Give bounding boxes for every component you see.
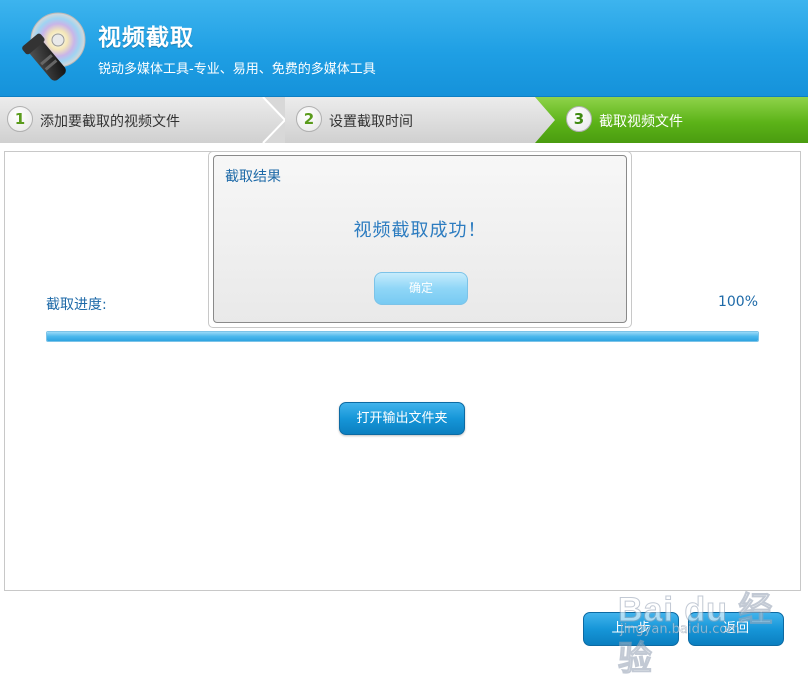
progress-percent: 100% [717, 294, 758, 310]
app-title: 视频截取 [98, 25, 194, 51]
step-arrow-shape [285, 97, 555, 143]
step-number-badge: 3 [566, 106, 592, 132]
baidu-jingyan-watermark: Bai du 经验 jingyan.baidu.com [612, 580, 802, 679]
open-output-folder-button[interactable]: 打开输出文件夹 [339, 402, 465, 435]
app-header: 视频截取 锐动多媒体工具-专业、易用、免费的多媒体工具 [0, 0, 808, 97]
progress-label: 截取进度: [46, 297, 107, 313]
disc-flashlight-logo-icon [22, 12, 86, 81]
ok-button[interactable]: 确定 [374, 272, 468, 305]
progress-bar [46, 331, 759, 342]
dialog-message: 视频截取成功！ [353, 220, 487, 241]
result-dialog: 截取结果 视频截取成功！ 确定 [213, 155, 627, 323]
step-number-badge: 1 [7, 106, 33, 132]
step-label: 设置截取时间 [329, 114, 413, 130]
progress-fill [47, 332, 758, 341]
app-subtitle: 锐动多媒体工具-专业、易用、免费的多媒体工具 [98, 62, 376, 77]
step-add-file[interactable]: 1 添加要截取的视频文件 [0, 97, 285, 143]
steps-bar: 1 添加要截取的视频文件 2 设置截取时间 3 截取视频文件 [0, 97, 808, 143]
step-capture-video[interactable]: 3 截取视频文件 [535, 97, 808, 143]
step-label: 添加要截取的视频文件 [40, 114, 180, 130]
step-set-time[interactable]: 2 设置截取时间 [285, 97, 555, 143]
step-label: 截取视频文件 [599, 114, 683, 130]
dialog-title: 截取结果 [225, 169, 281, 185]
step-number-badge: 2 [296, 106, 322, 132]
watermark-url: jingyan.baidu.com [620, 622, 740, 638]
